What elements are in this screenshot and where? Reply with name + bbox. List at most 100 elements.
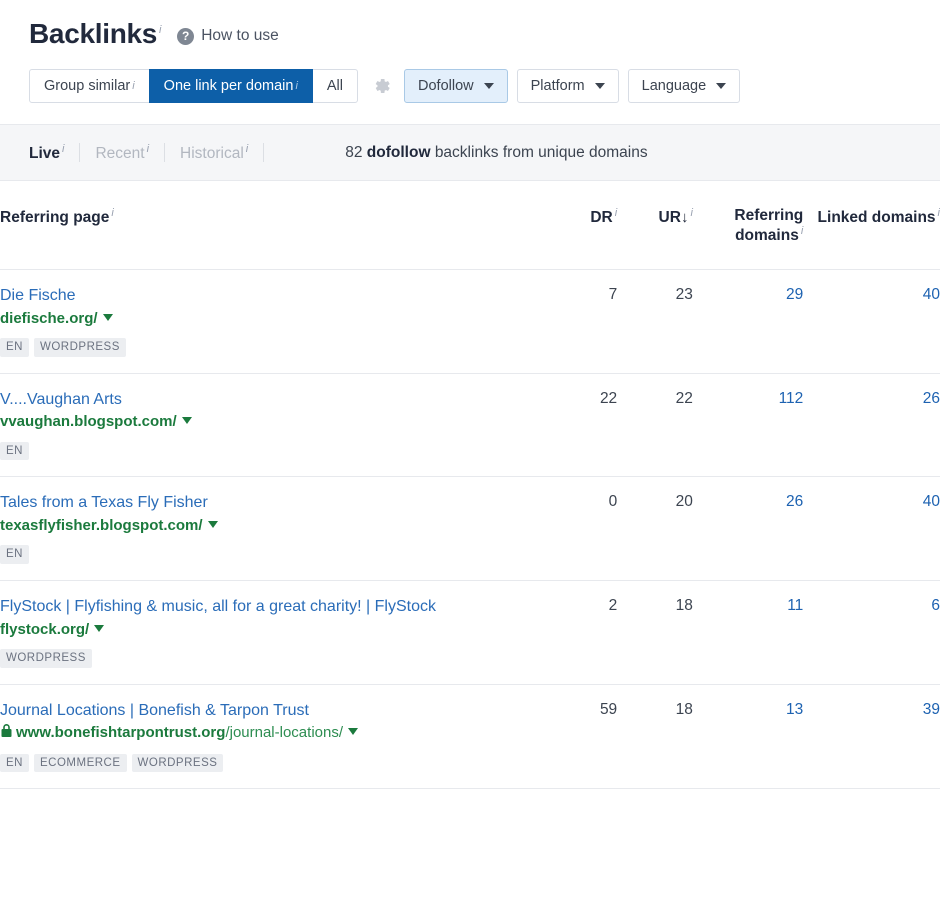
referring-page-title-link[interactable]: Tales from a Texas Fly Fisher	[0, 493, 552, 513]
referring-page-url[interactable]: www.bonefishtarpontrust.org/journal-loca…	[0, 724, 343, 741]
tab-recent[interactable]: Recent i	[95, 142, 166, 163]
column-header-referring-domains-info-icon[interactable]: i	[801, 225, 803, 237]
referring-page-url[interactable]: diefische.org/	[0, 310, 98, 327]
tab-historical[interactable]: Historical i	[180, 142, 265, 163]
cell-referring-domains[interactable]: 13	[692, 684, 804, 790]
table-row: V....Vaughan Arts vvaughan.blogspot.com/E…	[0, 373, 940, 478]
filter-language[interactable]: Language	[627, 69, 741, 103]
cell-dr: 0	[552, 476, 618, 582]
cell-referring-page: FlyStock | Flyfishing & music, all for a…	[0, 580, 552, 685]
filter-dofollow-label: Dofollow	[418, 78, 474, 94]
page-title-info-icon[interactable]: i	[159, 24, 161, 36]
referring-page-domain: texasflyfisher.blogspot.com/	[0, 516, 203, 534]
column-header-dr-label: DR	[590, 209, 613, 227]
results-summary: 82 dofollow backlinks from unique domain…	[345, 144, 647, 162]
backlinks-table: Referring page i DR i UR↓ i Referring domai…	[0, 181, 940, 790]
sort-descending-icon[interactable]: ↓	[681, 209, 689, 226]
cell-linked-domains[interactable]: 26	[803, 373, 940, 478]
tag-list: EN	[0, 441, 552, 461]
cell-linked-domains[interactable]: 40	[803, 476, 940, 582]
cell-dr: 7	[552, 269, 618, 374]
tab-live-label: Live	[29, 145, 61, 163]
index-state-bar: Live i Recent i Historical i 82 dofollow ba…	[0, 124, 940, 181]
referring-page-title-link[interactable]: Journal Locations | Bonefish & Tarpon Tr…	[0, 701, 552, 721]
page-header: Backlinks i ? How to use Group similar i O…	[0, 0, 940, 103]
how-to-use-link[interactable]: ? How to use	[177, 27, 279, 45]
segment-group-similar[interactable]: Group similar i	[29, 69, 150, 103]
tab-historical-info-icon[interactable]: i	[246, 143, 248, 155]
tag-badge: WORDPRESS	[131, 753, 224, 773]
url-expand-caret-icon[interactable]	[348, 728, 358, 736]
referring-page-path: /journal-locations/	[225, 724, 343, 742]
column-header-ur[interactable]: UR↓ i	[617, 181, 693, 271]
page-title: Backlinks i	[29, 20, 162, 48]
table-body: Die Fische diefische.org/EN WORDPRESS 7 23 29…	[0, 269, 940, 790]
tag-list: EN ECOMMERCE WORDPRESS	[0, 753, 552, 773]
table-row: Journal Locations | Bonefish & Tarpon Tr…	[0, 684, 940, 790]
segment-all[interactable]: All	[311, 69, 359, 103]
gear-icon[interactable]	[372, 76, 392, 96]
tab-live[interactable]: Live i	[29, 142, 81, 163]
column-header-referring-page[interactable]: Referring page i	[0, 181, 552, 271]
tag-badge: WORDPRESS	[0, 649, 92, 668]
cell-linked-domains[interactable]: 6	[803, 580, 940, 685]
referring-page-domain: diefische.org/	[0, 309, 98, 327]
cell-linked-domains[interactable]: 39	[803, 684, 940, 790]
filters-toolbar: Group similar i One link per domain i All …	[29, 69, 940, 103]
referring-page-title-link[interactable]: V....Vaughan Arts	[0, 390, 552, 410]
column-header-dr[interactable]: DR i	[552, 181, 618, 271]
tag-badge: EN	[0, 441, 29, 461]
grouping-segmented-control: Group similar i One link per domain i All	[29, 69, 359, 103]
referring-page-domain: vvaughan.blogspot.com/	[0, 413, 177, 431]
table-row: Die Fische diefische.org/EN WORDPRESS 7 23 29…	[0, 269, 940, 374]
referring-page-title-link[interactable]: FlyStock | Flyfishing & music, all for a…	[0, 597, 552, 617]
segment-one-link-per-domain-info-icon[interactable]: i	[295, 80, 297, 92]
cell-referring-domains[interactable]: 112	[692, 373, 804, 478]
column-header-referring-page-info-icon[interactable]: i	[111, 207, 113, 219]
tag-list: WORDPRESS	[0, 648, 552, 668]
url-expand-caret-icon[interactable]	[94, 624, 105, 632]
table-row: FlyStock | Flyfishing & music, all for a…	[0, 580, 940, 685]
referring-page-url[interactable]: texasflyfisher.blogspot.com/	[0, 517, 203, 534]
referring-page-url-row: www.bonefishtarpontrust.org/journal-loca…	[0, 723, 552, 744]
column-header-linked-domains-label: Linked domains	[817, 209, 936, 227]
url-expand-caret-icon[interactable]	[181, 417, 192, 425]
referring-page-url[interactable]: flystock.org/	[0, 621, 89, 638]
cell-dr: 2	[552, 580, 618, 685]
cell-referring-domains[interactable]: 29	[692, 269, 804, 374]
cell-linked-domains[interactable]: 40	[803, 269, 940, 374]
column-header-dr-info-icon[interactable]: i	[615, 207, 617, 219]
url-expand-caret-icon[interactable]	[207, 520, 218, 528]
column-header-referring-page-label: Referring page	[0, 209, 110, 227]
segment-one-link-per-domain[interactable]: One link per domain i	[148, 69, 313, 103]
referring-page-url[interactable]: vvaughan.blogspot.com/	[0, 413, 177, 430]
column-header-ur-info-icon[interactable]: i	[690, 207, 692, 219]
referring-page-url-row: vvaughan.blogspot.com/	[0, 412, 552, 432]
referring-page-url-row: texasflyfisher.blogspot.com/	[0, 516, 552, 536]
segment-all-label: All	[326, 78, 344, 94]
backlinks-page: Backlinks i ? How to use Group similar i O…	[0, 0, 940, 923]
url-expand-caret-icon[interactable]	[102, 313, 113, 321]
tab-live-info-icon[interactable]: i	[62, 143, 64, 155]
cell-referring-page: Journal Locations | Bonefish & Tarpon Tr…	[0, 684, 552, 790]
referring-page-url-row: flystock.org/	[0, 620, 552, 640]
segment-group-similar-label: Group similar	[44, 78, 131, 94]
chevron-down-icon	[716, 83, 727, 89]
filter-platform[interactable]: Platform	[516, 69, 619, 103]
cell-referring-domains[interactable]: 26	[692, 476, 804, 582]
tag-list: EN	[0, 544, 552, 565]
tab-recent-label: Recent	[95, 145, 145, 163]
cell-dr: 22	[552, 373, 618, 478]
column-header-referring-domains[interactable]: Referring domains i	[692, 181, 804, 271]
column-header-linked-domains[interactable]: Linked domains i	[803, 181, 940, 271]
cell-referring-page: V....Vaughan Arts vvaughan.blogspot.com/E…	[0, 373, 552, 478]
tab-recent-info-icon[interactable]: i	[147, 143, 149, 155]
segment-one-link-per-domain-label: One link per domain	[163, 78, 294, 94]
filter-platform-label: Platform	[530, 78, 585, 94]
tag-badge: ECOMMERCE	[33, 753, 127, 773]
filter-dofollow[interactable]: Dofollow	[404, 69, 508, 103]
referring-page-title-link[interactable]: Die Fische	[0, 286, 552, 306]
segment-group-similar-info-icon[interactable]: i	[132, 80, 134, 92]
summary-count: 82	[345, 143, 363, 161]
cell-referring-domains[interactable]: 11	[692, 580, 804, 685]
